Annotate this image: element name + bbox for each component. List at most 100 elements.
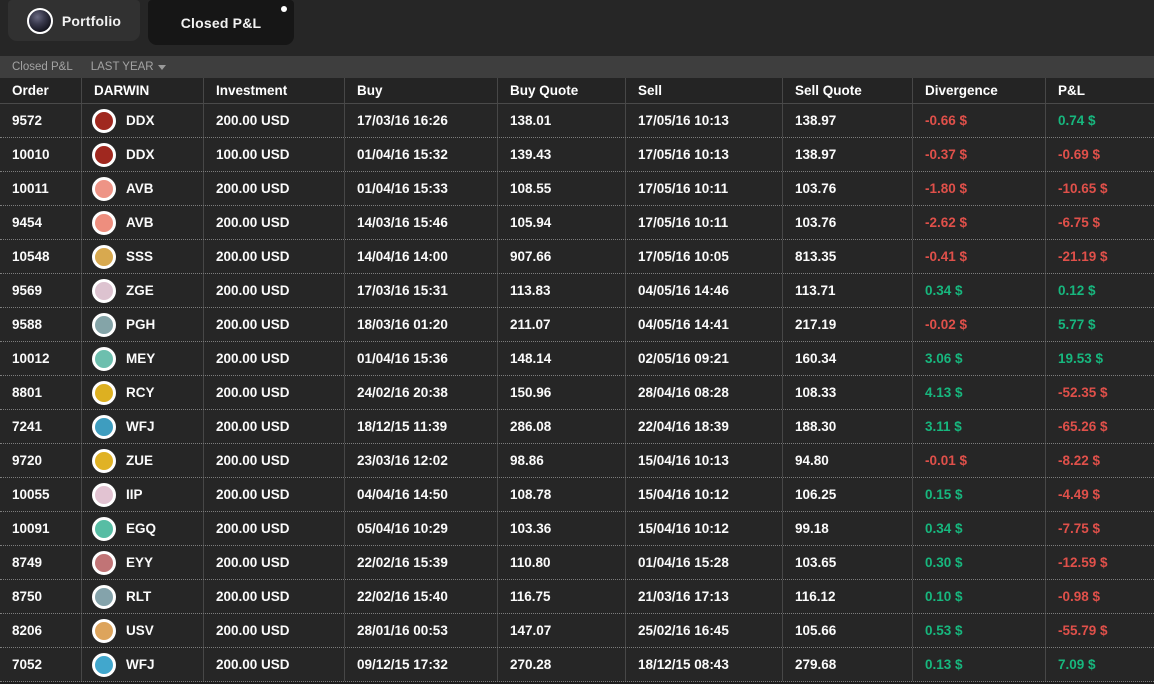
pnl-cell: 0.74 $ xyxy=(1046,104,1154,137)
sell-date-cell: 21/03/16 17:13 xyxy=(626,580,783,613)
pnl-cell: 0.12 $ xyxy=(1046,274,1154,307)
period-dropdown[interactable]: LAST YEAR xyxy=(91,61,166,73)
pnl-cell: -21.19 $ xyxy=(1046,240,1154,273)
pnl-cell: -0.69 $ xyxy=(1046,138,1154,171)
buy-quote-cell: 147.07 xyxy=(498,614,626,647)
buy-date-cell: 04/04/16 14:50 xyxy=(345,478,498,511)
sell-date-cell: 18/12/15 08:43 xyxy=(626,648,783,681)
darwin-cell[interactable]: ZGE xyxy=(82,274,204,307)
sell-quote-cell: 113.71 xyxy=(783,274,913,307)
column-header-sell: Sell xyxy=(626,78,783,103)
table-row[interactable]: 9720ZUE200.00 USD23/03/16 12:0298.8615/0… xyxy=(0,444,1154,478)
sell-quote-cell: 103.65 xyxy=(783,546,913,579)
table-row[interactable]: 8749EYY200.00 USD22/02/16 15:39110.8001/… xyxy=(0,546,1154,580)
buy-quote-cell: 108.78 xyxy=(498,478,626,511)
sell-date-cell: 17/05/16 10:11 xyxy=(626,206,783,239)
darwin-cell[interactable]: WFJ xyxy=(82,410,204,443)
darwin-name: ZGE xyxy=(126,283,154,298)
table-row[interactable]: 9569ZGE200.00 USD17/03/16 15:31113.8304/… xyxy=(0,274,1154,308)
table-row[interactable]: 9572DDX200.00 USD17/03/16 16:26138.0117/… xyxy=(0,104,1154,138)
table-row[interactable]: 8750RLT200.00 USD22/02/16 15:40116.7521/… xyxy=(0,580,1154,614)
caret-down-icon xyxy=(158,65,166,70)
darwin-name: DDX xyxy=(126,113,155,128)
table-row[interactable]: 8801RCY200.00 USD24/02/16 20:38150.9628/… xyxy=(0,376,1154,410)
table-row[interactable]: 7052WFJ200.00 USD09/12/15 17:32270.2818/… xyxy=(0,648,1154,682)
sell-date-cell: 25/02/16 16:45 xyxy=(626,614,783,647)
darwin-cell[interactable]: AVB xyxy=(82,172,204,205)
darwin-cell[interactable]: SSS xyxy=(82,240,204,273)
investment-cell: 200.00 USD xyxy=(204,478,345,511)
table-row[interactable]: 10011AVB200.00 USD01/04/16 15:33108.5517… xyxy=(0,172,1154,206)
darwin-cell[interactable]: ZUE xyxy=(82,444,204,477)
table-row[interactable]: 10091EGQ200.00 USD05/04/16 10:29103.3615… xyxy=(0,512,1154,546)
order-cell: 8801 xyxy=(0,376,82,409)
darwin-avatar xyxy=(92,211,116,235)
column-header-buy-quote: Buy Quote xyxy=(498,78,626,103)
darwin-avatar xyxy=(92,483,116,507)
table-row[interactable]: 7241WFJ200.00 USD18/12/15 11:39286.0822/… xyxy=(0,410,1154,444)
buy-date-cell: 24/02/16 20:38 xyxy=(345,376,498,409)
table-row[interactable]: 9588PGH200.00 USD18/03/16 01:20211.0704/… xyxy=(0,308,1154,342)
pnl-cell: -10.65 $ xyxy=(1046,172,1154,205)
sell-date-cell: 17/05/16 10:05 xyxy=(626,240,783,273)
pnl-cell: 19.53 $ xyxy=(1046,342,1154,375)
investment-cell: 200.00 USD xyxy=(204,444,345,477)
darwin-name: EYY xyxy=(126,555,153,570)
buy-quote-cell: 113.83 xyxy=(498,274,626,307)
table-row[interactable]: 10012MEY200.00 USD01/04/16 15:36148.1402… xyxy=(0,342,1154,376)
order-cell: 7052 xyxy=(0,648,82,681)
tab-bar: Portfolio Closed P&L xyxy=(0,0,1154,56)
tab-portfolio-label: Portfolio xyxy=(62,13,121,29)
table-row[interactable]: 9454AVB200.00 USD14/03/16 15:46105.9417/… xyxy=(0,206,1154,240)
pnl-cell: -0.98 $ xyxy=(1046,580,1154,613)
buy-date-cell: 01/04/16 15:36 xyxy=(345,342,498,375)
darwin-cell[interactable]: DDX xyxy=(82,138,204,171)
investment-cell: 200.00 USD xyxy=(204,240,345,273)
darwin-cell[interactable]: USV xyxy=(82,614,204,647)
table-row[interactable]: 8206USV200.00 USD28/01/16 00:53147.0725/… xyxy=(0,614,1154,648)
table-row[interactable]: 10010DDX100.00 USD01/04/16 15:32139.4317… xyxy=(0,138,1154,172)
darwin-name: ZUE xyxy=(126,453,153,468)
darwin-cell[interactable]: RCY xyxy=(82,376,204,409)
darwin-cell[interactable]: AVB xyxy=(82,206,204,239)
investment-cell: 200.00 USD xyxy=(204,274,345,307)
column-header-investment: Investment xyxy=(204,78,345,103)
darwin-avatar xyxy=(92,585,116,609)
buy-quote-cell: 148.14 xyxy=(498,342,626,375)
pnl-cell: -52.35 $ xyxy=(1046,376,1154,409)
sell-quote-cell: 138.97 xyxy=(783,138,913,171)
darwin-name: WFJ xyxy=(126,419,155,434)
darwin-cell[interactable]: WFJ xyxy=(82,648,204,681)
order-cell: 8206 xyxy=(0,614,82,647)
investment-cell: 200.00 USD xyxy=(204,580,345,613)
investment-cell: 100.00 USD xyxy=(204,138,345,171)
order-cell: 9720 xyxy=(0,444,82,477)
darwin-name: PGH xyxy=(126,317,155,332)
table-row[interactable]: 10055IIP200.00 USD04/04/16 14:50108.7815… xyxy=(0,478,1154,512)
darwin-cell[interactable]: IIP xyxy=(82,478,204,511)
sell-quote-cell: 108.33 xyxy=(783,376,913,409)
portfolio-logo-icon xyxy=(27,8,53,34)
buy-quote-cell: 270.28 xyxy=(498,648,626,681)
buy-quote-cell: 98.86 xyxy=(498,444,626,477)
buy-date-cell: 14/03/16 15:46 xyxy=(345,206,498,239)
table-row[interactable]: 10548SSS200.00 USD14/04/16 14:00907.6617… xyxy=(0,240,1154,274)
buy-quote-cell: 139.43 xyxy=(498,138,626,171)
divergence-cell: 3.06 $ xyxy=(913,342,1046,375)
darwin-cell[interactable]: PGH xyxy=(82,308,204,341)
darwin-avatar xyxy=(92,619,116,643)
period-dropdown-label: LAST YEAR xyxy=(91,61,154,73)
darwin-cell[interactable]: RLT xyxy=(82,580,204,613)
sell-date-cell: 04/05/16 14:46 xyxy=(626,274,783,307)
darwin-cell[interactable]: EGQ xyxy=(82,512,204,545)
column-header-darwin: DARWIN xyxy=(82,78,204,103)
sell-quote-cell: 188.30 xyxy=(783,410,913,443)
tab-portfolio[interactable]: Portfolio xyxy=(8,0,140,41)
darwin-cell[interactable]: DDX xyxy=(82,104,204,137)
darwin-name: RCY xyxy=(126,385,155,400)
darwin-avatar xyxy=(92,109,116,133)
divergence-cell: -0.66 $ xyxy=(913,104,1046,137)
darwin-cell[interactable]: EYY xyxy=(82,546,204,579)
darwin-cell[interactable]: MEY xyxy=(82,342,204,375)
tab-closed-pnl[interactable]: Closed P&L xyxy=(148,0,294,45)
